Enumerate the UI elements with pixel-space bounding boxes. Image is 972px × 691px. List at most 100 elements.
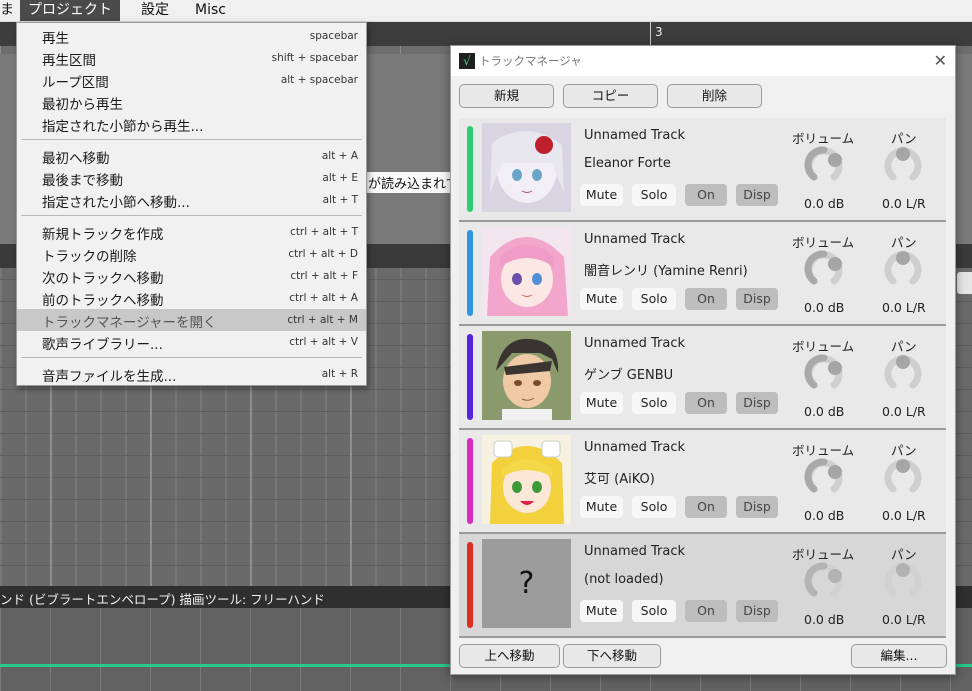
menu-item-shortcut: ctrl + alt + T: [290, 226, 358, 238]
new-track-button[interactable]: 新規: [459, 84, 554, 108]
pan-knob[interactable]: [883, 561, 923, 601]
volume-knob[interactable]: [804, 561, 844, 601]
track-name: Unnamed Track: [584, 336, 686, 351]
singer-avatar: [482, 123, 571, 212]
menu-item-voice-library[interactable]: 歌声ライブラリー... ctrl + alt + V: [17, 331, 366, 353]
on-toggle[interactable]: On: [685, 184, 727, 206]
menu-item-play-from-start[interactable]: 最初から再生: [17, 91, 366, 113]
menu-item-label: 前のトラックへ移動: [42, 293, 164, 309]
side-panel-handle[interactable]: [957, 272, 972, 294]
menu-project[interactable]: プロジェクト: [20, 0, 120, 21]
pan-knob[interactable]: [883, 249, 923, 289]
singer-name: 艾可 (AiKO): [584, 472, 655, 487]
track-row[interactable]: Unnamed Track Eleanor Forte Mute Solo On…: [459, 118, 946, 222]
pan-value: 0.0 L/R: [882, 196, 926, 211]
mute-button[interactable]: Mute: [580, 392, 623, 414]
mute-button[interactable]: Mute: [580, 288, 623, 310]
delete-track-button[interactable]: 削除: [667, 84, 762, 108]
disp-toggle[interactable]: Disp: [736, 600, 778, 622]
menu-item-next-track[interactable]: 次のトラックへ移動 ctrl + alt + F: [17, 265, 366, 287]
measure-tick: [650, 22, 651, 46]
menu-item-render-audio[interactable]: 音声ファイルを生成... alt + R: [17, 363, 366, 385]
menu-item-label: 新規トラックを作成: [42, 227, 164, 243]
disp-toggle[interactable]: Disp: [736, 288, 778, 310]
disp-toggle[interactable]: Disp: [736, 496, 778, 518]
menu-edit-partial[interactable]: ま: [0, 0, 22, 21]
menu-item-play-from-measure[interactable]: 指定された小節から再生...: [17, 113, 366, 135]
menu-item-prev-track[interactable]: 前のトラックへ移動 ctrl + alt + A: [17, 287, 366, 309]
menu-item-label: 最後まで移動: [42, 173, 123, 189]
pan-knob[interactable]: [883, 353, 923, 393]
move-down-button[interactable]: 下へ移動: [563, 644, 661, 668]
solo-button[interactable]: Solo: [632, 392, 676, 414]
disp-toggle[interactable]: Disp: [736, 184, 778, 206]
move-up-button[interactable]: 上へ移動: [459, 644, 560, 668]
menubar: ま プロジェクト 設定 Misc: [0, 0, 972, 22]
track-row[interactable]: Unnamed Track 闇音レンリ (Yamine Renri) Mute …: [459, 222, 946, 326]
singer-name: 闇音レンリ (Yamine Renri): [584, 264, 748, 279]
menu-item-shortcut: ctrl + alt + V: [289, 336, 358, 348]
menu-item-go-to-measure[interactable]: 指定された小節へ移動... alt + T: [17, 189, 366, 211]
volume-knob[interactable]: [804, 457, 844, 497]
dialog-titlebar[interactable]: √ トラックマネージャ ✕: [451, 46, 955, 76]
solo-button[interactable]: Solo: [632, 288, 676, 310]
menu-item-shortcut: alt + spacebar: [280, 74, 358, 86]
on-toggle[interactable]: On: [685, 288, 727, 310]
mute-button[interactable]: Mute: [580, 184, 623, 206]
menu-item-label: 最初から再生: [42, 97, 123, 113]
disp-toggle[interactable]: Disp: [736, 392, 778, 414]
solo-button[interactable]: Solo: [632, 184, 676, 206]
menu-item-shortcut: ctrl + alt + F: [290, 270, 358, 282]
menu-item-go-to-start[interactable]: 最初へ移動 alt + A: [17, 145, 366, 167]
edit-button[interactable]: 編集...: [851, 644, 947, 668]
menu-item-loop-range[interactable]: ループ区間 alt + spacebar: [17, 69, 366, 91]
track-name: Unnamed Track: [584, 544, 686, 559]
singer-avatar: [482, 227, 571, 316]
volume-knob[interactable]: [804, 353, 844, 393]
menu-item-label: 指定された小節へ移動...: [42, 195, 190, 211]
pan-value: 0.0 L/R: [882, 612, 926, 627]
menu-item-new-track[interactable]: 新規トラックを作成 ctrl + alt + T: [17, 221, 366, 243]
singer-avatar: [482, 435, 571, 524]
menu-item-label: ループ区間: [42, 75, 109, 91]
menu-item-play-range[interactable]: 再生区間 shift + spacebar: [17, 47, 366, 69]
close-icon[interactable]: ✕: [934, 51, 947, 70]
menu-item-open-track-manager[interactable]: トラックマネージャーを開く ctrl + alt + M: [17, 309, 366, 331]
project-menu-dropdown: 再生 spacebar 再生区間 shift + spacebar ループ区間 …: [16, 22, 367, 386]
volume-knob[interactable]: [804, 145, 844, 185]
track-color-bar: [467, 230, 473, 316]
menu-item-shortcut: ctrl + alt + A: [289, 292, 358, 304]
pan-knob[interactable]: [883, 145, 923, 185]
loading-message: が読み込まれて: [366, 172, 461, 193]
on-toggle[interactable]: On: [685, 600, 727, 622]
menu-item-play[interactable]: 再生 spacebar: [17, 25, 366, 47]
menu-item-go-to-end[interactable]: 最後まで移動 alt + E: [17, 167, 366, 189]
mute-button[interactable]: Mute: [580, 600, 623, 622]
menu-item-shortcut: alt + T: [322, 194, 358, 206]
menu-item-delete-track[interactable]: トラックの削除 ctrl + alt + D: [17, 243, 366, 265]
solo-button[interactable]: Solo: [632, 600, 676, 622]
menu-misc[interactable]: Misc: [187, 0, 234, 21]
track-row[interactable]: Unnamed Track ゲンブ GENBU Mute Solo On Dis…: [459, 326, 946, 430]
track-name: Unnamed Track: [584, 232, 686, 247]
menu-item-label: 次のトラックへ移動: [42, 271, 164, 287]
menu-item-shortcut: ctrl + alt + D: [288, 248, 358, 260]
menu-separator: [21, 215, 362, 216]
pan-value: 0.0 L/R: [882, 404, 926, 419]
track-row[interactable]: Unnamed Track 艾可 (AiKO) Mute Solo On Dis…: [459, 430, 946, 534]
mute-button[interactable]: Mute: [580, 496, 623, 518]
track-row[interactable]: ? Unnamed Track (not loaded) Mute Solo O…: [459, 534, 946, 638]
menu-item-label: トラックの削除: [42, 249, 137, 265]
pan-knob[interactable]: [883, 457, 923, 497]
solo-button[interactable]: Solo: [632, 496, 676, 518]
pan-value: 0.0 L/R: [882, 300, 926, 315]
copy-track-button[interactable]: コピー: [563, 84, 658, 108]
menu-item-shortcut: alt + A: [321, 150, 358, 162]
on-toggle[interactable]: On: [685, 392, 727, 414]
menu-item-label: 再生区間: [42, 53, 96, 69]
singer-name: (not loaded): [584, 572, 664, 587]
volume-knob[interactable]: [804, 249, 844, 289]
menu-separator: [21, 357, 362, 358]
menu-settings[interactable]: 設定: [133, 0, 177, 21]
on-toggle[interactable]: On: [685, 496, 727, 518]
